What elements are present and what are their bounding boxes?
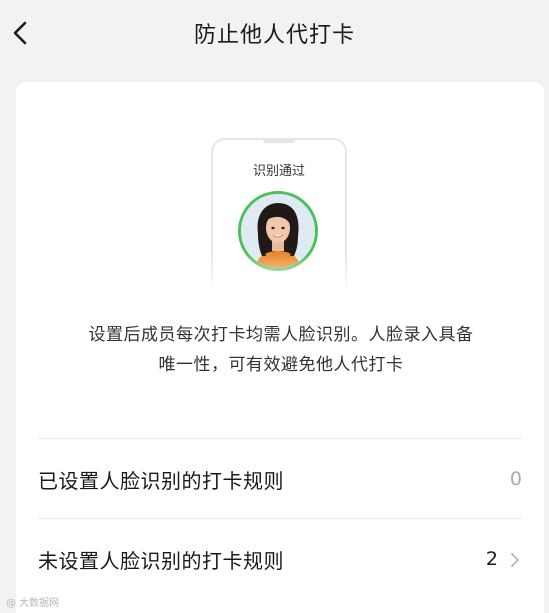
row-label: 未设置人脸识别的打卡规则	[38, 549, 284, 573]
page-title: 防止他人代打卡	[193, 23, 355, 48]
phone-fade	[211, 254, 347, 294]
phone-illustration: 识别通过	[211, 138, 347, 294]
row-count: 2	[485, 548, 498, 570]
chevron-right-icon	[511, 553, 519, 567]
description-line-2: 唯一性，可有效避免他人代打卡	[158, 355, 404, 375]
row-count: 0	[509, 468, 522, 490]
row-label: 已设置人脸识别的打卡规则	[38, 469, 284, 493]
description-line-1: 设置后成员每次打卡均需人脸识别。人脸录入具备	[88, 325, 474, 345]
recognition-status-text: 识别通过	[252, 164, 305, 179]
watermark: @ 大数据网	[6, 598, 60, 609]
rules-without-face-row[interactable]: 未设置人脸识别的打卡规则 2	[38, 518, 522, 599]
nav-bar: 防止他人代打卡	[0, 0, 549, 66]
settings-card: 识别通过 设置后成员每次打卡均需人脸识别。人脸录入具备 唯一性，可有效避免他人代…	[16, 82, 544, 613]
phone-notch	[263, 138, 295, 143]
rules-with-face-row[interactable]: 已设置人脸识别的打卡规则 0	[38, 438, 522, 519]
feature-description: 设置后成员每次打卡均需人脸识别。人脸录入具备 唯一性，可有效避免他人代打卡	[42, 320, 520, 380]
